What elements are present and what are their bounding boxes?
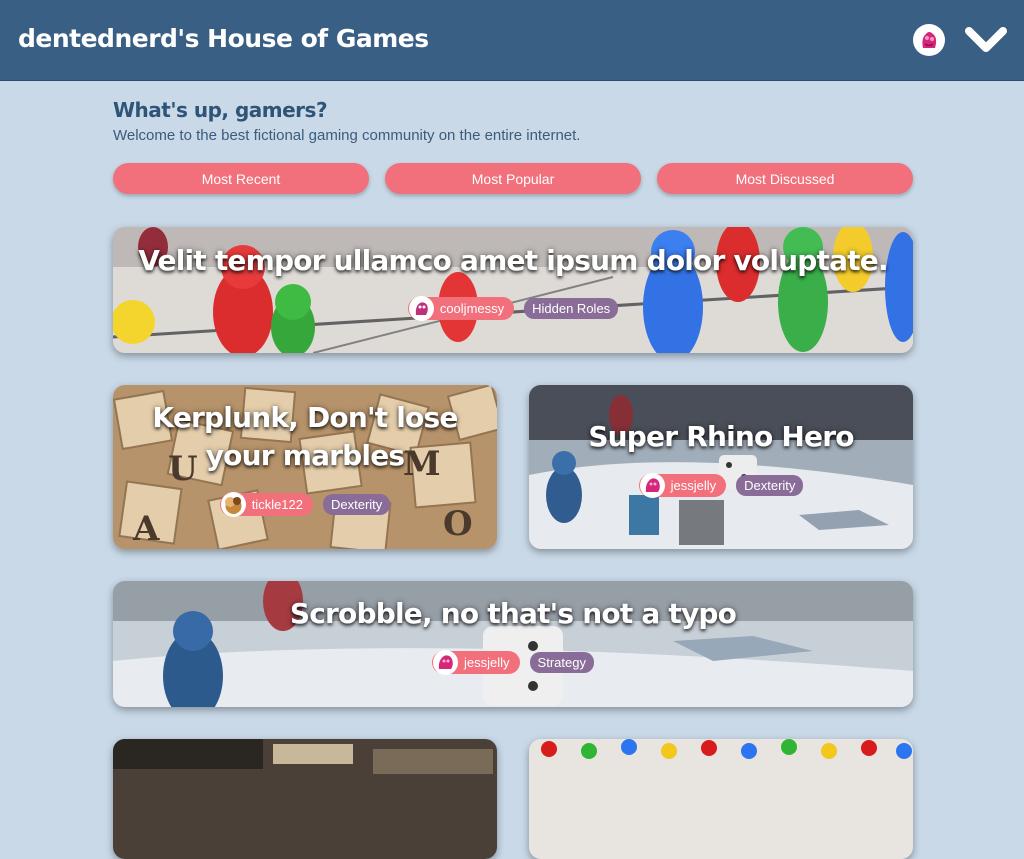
- author-avatar: [433, 650, 459, 675]
- author-name: jessjelly: [670, 478, 717, 493]
- review-card[interactable]: [529, 739, 913, 859]
- category-chip[interactable]: Dexterity: [323, 494, 391, 515]
- author-avatar: [220, 492, 246, 517]
- review-title[interactable]: Velit tempor ullamco amet ipsum dolor vo…: [113, 242, 913, 280]
- author-name: tickle122: [251, 497, 303, 512]
- category-chip[interactable]: Strategy: [529, 652, 594, 673]
- category-chip[interactable]: Dexterity: [736, 475, 804, 496]
- author-chip[interactable]: jessjelly: [432, 650, 520, 675]
- most-popular-button[interactable]: Most Popular: [385, 163, 641, 194]
- author-name: cooljmessy: [439, 301, 505, 316]
- author-avatar: [408, 296, 434, 321]
- author-avatar: [639, 473, 665, 498]
- top-navbar: dentednerd's House of Games: [0, 0, 1024, 81]
- review-card-image: [529, 739, 913, 859]
- most-discussed-button[interactable]: Most Discussed: [657, 163, 913, 194]
- site-title[interactable]: dentednerd's House of Games: [18, 24, 429, 53]
- author-chip[interactable]: cooljmessy: [407, 296, 515, 321]
- author-name: jessjelly: [464, 655, 510, 670]
- intro-heading: What's up, gamers?: [113, 98, 328, 122]
- review-title[interactable]: Super Rhino Hero: [529, 418, 913, 456]
- chevron-down-icon[interactable]: [964, 26, 1008, 56]
- user-avatar[interactable]: [913, 24, 945, 56]
- category-chip[interactable]: Hidden Roles: [524, 298, 619, 319]
- author-chip[interactable]: tickle122: [219, 492, 313, 517]
- review-card[interactable]: Scrobble, no that's not a typo jessjelly…: [113, 581, 913, 707]
- review-title[interactable]: Scrobble, no that's not a typo: [113, 595, 913, 633]
- review-card[interactable]: Super Rhino Hero jessjelly Dexterity: [529, 385, 913, 549]
- review-card[interactable]: [113, 739, 497, 859]
- author-chip[interactable]: jessjelly: [638, 473, 727, 498]
- review-card-image: [113, 739, 497, 859]
- review-card[interactable]: U M A O Kerplunk, Don't lose your marble…: [113, 385, 497, 549]
- review-title[interactable]: Kerplunk, Don't lose your marbles: [113, 399, 497, 475]
- most-recent-button[interactable]: Most Recent: [113, 163, 369, 194]
- review-card[interactable]: Velit tempor ullamco amet ipsum dolor vo…: [113, 227, 913, 353]
- intro-subtitle: Welcome to the best fictional gaming com…: [113, 127, 581, 144]
